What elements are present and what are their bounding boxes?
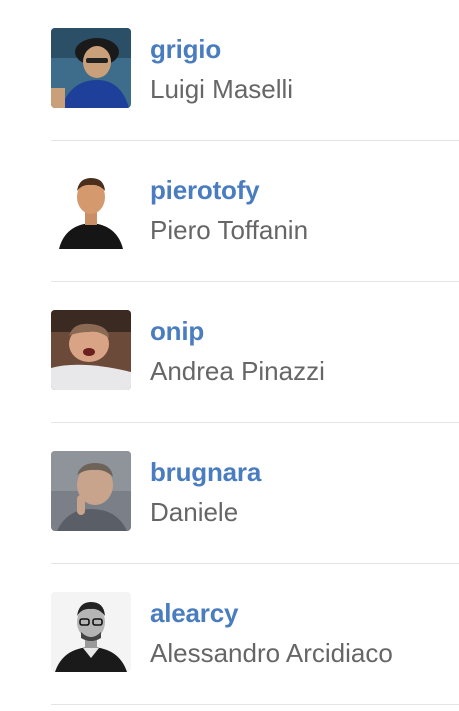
avatar-photo	[51, 28, 131, 108]
avatar[interactable]	[51, 592, 131, 672]
username-link[interactable]: alearcy	[150, 598, 238, 628]
full-name: Piero Toffanin	[150, 215, 309, 245]
list-item: grigio Luigi Maselli	[51, 0, 459, 141]
full-name: Luigi Maselli	[150, 74, 294, 104]
list-item: onip Andrea Pinazzi	[51, 282, 459, 423]
list-item: brugnara Daniele	[51, 423, 459, 564]
full-name: Alessandro Arcidiaco	[150, 638, 393, 668]
avatar-photo	[51, 592, 131, 672]
full-name: Daniele	[150, 497, 239, 527]
avatar-photo	[51, 310, 131, 390]
avatar-photo	[51, 169, 131, 249]
list-item: pierotofy Piero Toffanin	[51, 141, 459, 282]
avatar-photo	[51, 451, 131, 531]
username-link[interactable]: brugnara	[150, 457, 261, 487]
username-link[interactable]: grigio	[150, 34, 221, 64]
avatar[interactable]	[51, 451, 131, 531]
list-item: alearcy Alessandro Arcidiaco	[51, 564, 459, 705]
full-name: Andrea Pinazzi	[150, 356, 325, 386]
avatar[interactable]	[51, 169, 131, 249]
username-link[interactable]: pierotofy	[150, 175, 260, 205]
avatar[interactable]	[51, 310, 131, 390]
username-link[interactable]: onip	[150, 316, 204, 346]
avatar[interactable]	[51, 28, 131, 108]
user-list: grigio Luigi Maselli pierotofy Piero Tof…	[51, 0, 459, 705]
